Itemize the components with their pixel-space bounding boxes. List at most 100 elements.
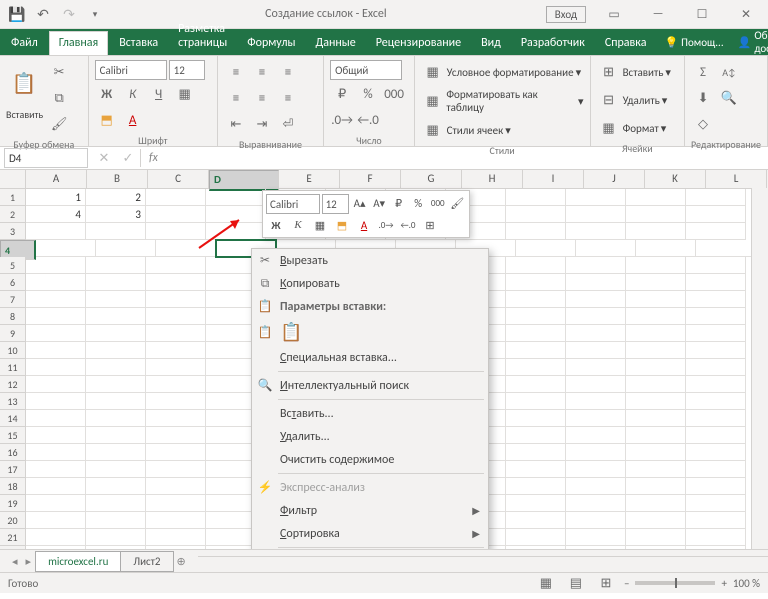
tab-home[interactable]: Главная bbox=[49, 31, 108, 55]
align-bot-icon[interactable]: ≡ bbox=[276, 60, 300, 84]
select-all-corner[interactable] bbox=[0, 170, 26, 188]
cell[interactable] bbox=[566, 495, 626, 512]
cell[interactable] bbox=[206, 206, 266, 223]
cell[interactable] bbox=[506, 546, 566, 549]
cell[interactable] bbox=[506, 410, 566, 427]
close-icon[interactable]: ✕ bbox=[724, 0, 768, 28]
cell[interactable] bbox=[626, 410, 686, 427]
cell[interactable] bbox=[146, 393, 206, 410]
cell[interactable] bbox=[506, 376, 566, 393]
row-header[interactable]: 7 bbox=[0, 291, 26, 308]
cell[interactable] bbox=[566, 529, 626, 546]
horizontal-scrollbar[interactable] bbox=[198, 556, 768, 567]
cell[interactable] bbox=[506, 291, 566, 308]
thousands-icon[interactable]: 000 bbox=[382, 82, 406, 106]
align-left-icon[interactable]: ≡ bbox=[224, 86, 248, 110]
cell[interactable] bbox=[26, 546, 86, 549]
number-format-select[interactable]: Общий bbox=[330, 60, 402, 80]
cell[interactable] bbox=[506, 529, 566, 546]
cell[interactable] bbox=[26, 325, 86, 342]
sheet-nav-prev-icon[interactable]: ◂ bbox=[8, 555, 22, 568]
format-cells-button[interactable]: ▦Формат ▾ bbox=[597, 116, 667, 140]
cell[interactable] bbox=[506, 444, 566, 461]
row-header[interactable]: 1 bbox=[0, 189, 26, 206]
row-header[interactable]: 8 bbox=[0, 308, 26, 325]
cell[interactable] bbox=[146, 427, 206, 444]
cell[interactable] bbox=[506, 495, 566, 512]
cell[interactable] bbox=[146, 257, 206, 274]
paste-option-icon[interactable]: 📋 bbox=[280, 321, 296, 343]
cell[interactable] bbox=[26, 274, 86, 291]
context-item[interactable]: ⧉Копировать bbox=[252, 272, 488, 295]
cell-styles-button[interactable]: ▦Стили ячеек ▾ bbox=[421, 118, 511, 142]
decimal-dec-icon[interactable]: ←.0 bbox=[356, 108, 380, 132]
zoom-in-icon[interactable]: + bbox=[721, 577, 726, 590]
context-item[interactable]: Очистить содержимое bbox=[252, 448, 488, 471]
cell[interactable] bbox=[686, 325, 746, 342]
cell[interactable] bbox=[86, 342, 146, 359]
sheet-tab[interactable]: Лист2 bbox=[120, 551, 173, 572]
cell[interactable] bbox=[516, 240, 576, 257]
cell[interactable] bbox=[626, 223, 686, 240]
tab-view[interactable]: Вид bbox=[472, 32, 510, 55]
column-header[interactable]: A bbox=[26, 170, 87, 188]
formula-bar[interactable]: fx bbox=[140, 149, 768, 167]
share-button[interactable]: 👤Общий доступ bbox=[731, 26, 768, 58]
row-header[interactable]: 10 bbox=[0, 342, 26, 359]
mini-inc-font-icon[interactable]: A▴ bbox=[351, 194, 369, 212]
cell[interactable] bbox=[506, 325, 566, 342]
cell[interactable] bbox=[576, 240, 636, 257]
cell[interactable] bbox=[26, 410, 86, 427]
cell[interactable] bbox=[146, 410, 206, 427]
conditional-format-button[interactable]: ▦Условное форматирование ▾ bbox=[421, 60, 581, 84]
cell[interactable] bbox=[26, 291, 86, 308]
row-header[interactable]: 20 bbox=[0, 512, 26, 529]
cell[interactable] bbox=[86, 427, 146, 444]
align-center-icon[interactable]: ≡ bbox=[250, 86, 274, 110]
maximize-icon[interactable]: ☐ bbox=[680, 0, 724, 28]
align-mid-icon[interactable]: ≡ bbox=[250, 60, 274, 84]
zoom-slider[interactable] bbox=[635, 581, 715, 585]
cell[interactable] bbox=[86, 444, 146, 461]
cell[interactable] bbox=[566, 274, 626, 291]
cell[interactable]: 3 bbox=[86, 206, 146, 223]
context-item[interactable]: Специальная вставка... bbox=[252, 346, 488, 369]
cell[interactable] bbox=[686, 291, 746, 308]
autosum-icon[interactable]: Σ bbox=[691, 60, 715, 84]
mini-thousands-icon[interactable]: 000 bbox=[429, 194, 447, 212]
fill-icon[interactable]: ⬇ bbox=[691, 86, 715, 110]
cell[interactable] bbox=[566, 376, 626, 393]
cell[interactable] bbox=[686, 410, 746, 427]
cell[interactable] bbox=[506, 206, 566, 223]
cell[interactable] bbox=[566, 478, 626, 495]
cell[interactable] bbox=[636, 240, 696, 257]
cell[interactable] bbox=[626, 376, 686, 393]
row-header[interactable]: 17 bbox=[0, 461, 26, 478]
cell[interactable] bbox=[86, 495, 146, 512]
column-header[interactable]: G bbox=[401, 170, 462, 188]
row-header[interactable]: 5 bbox=[0, 257, 26, 274]
view-normal-icon[interactable]: ▦ bbox=[534, 571, 558, 595]
cell[interactable] bbox=[26, 223, 86, 240]
column-header[interactable]: L bbox=[706, 170, 767, 188]
format-painter-icon[interactable]: 🖌 bbox=[47, 112, 71, 136]
mini-dec-dec-icon[interactable]: ←.0 bbox=[398, 216, 418, 234]
cell[interactable] bbox=[146, 223, 206, 240]
tab-formulas[interactable]: Формулы bbox=[238, 32, 304, 55]
cell[interactable] bbox=[26, 393, 86, 410]
tab-layout[interactable]: Разметка страницы bbox=[169, 18, 236, 55]
cell[interactable] bbox=[506, 257, 566, 274]
cell[interactable] bbox=[686, 359, 746, 376]
paste-button[interactable]: 📋 bbox=[6, 60, 42, 106]
mini-bold-button[interactable]: Ж bbox=[266, 216, 286, 234]
indent-dec-icon[interactable]: ⇤ bbox=[224, 112, 248, 136]
align-top-icon[interactable]: ≡ bbox=[224, 60, 248, 84]
cell[interactable] bbox=[686, 495, 746, 512]
column-header[interactable]: J bbox=[584, 170, 645, 188]
cell[interactable] bbox=[686, 461, 746, 478]
cell[interactable] bbox=[566, 342, 626, 359]
cell[interactable] bbox=[566, 206, 626, 223]
cell[interactable] bbox=[626, 512, 686, 529]
cell[interactable] bbox=[26, 512, 86, 529]
cell[interactable] bbox=[26, 444, 86, 461]
